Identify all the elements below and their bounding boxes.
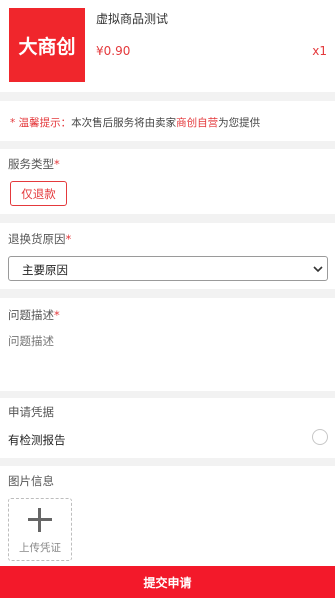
- required-mark: *: [54, 308, 60, 322]
- return-reason-label: 退换货原因*: [8, 231, 71, 247]
- notice-text-before: 本次售后服务将由卖家: [71, 117, 177, 129]
- chevron-down-icon: [313, 266, 323, 273]
- return-reason-section: 退换货原因* 主要原因: [0, 223, 335, 289]
- plus-icon: [28, 508, 52, 532]
- problem-description-section: 问题描述*: [0, 298, 335, 391]
- problem-description-label-text: 问题描述: [8, 308, 54, 322]
- upload-voucher-button[interactable]: 上传凭证: [8, 498, 72, 561]
- reason-select[interactable]: 主要原因: [8, 256, 328, 281]
- voucher-section: 申请凭据 有检测报告: [0, 398, 335, 458]
- service-type-section: 服务类型* 仅退款: [0, 149, 335, 214]
- service-type-label: 服务类型*: [8, 156, 60, 172]
- product-price: ¥0.90: [96, 44, 131, 58]
- submit-button[interactable]: 提交申请: [0, 566, 335, 598]
- notice-label: * 温馨提示：: [10, 117, 72, 129]
- required-mark: *: [54, 157, 60, 171]
- service-type-label-text: 服务类型: [8, 157, 54, 171]
- product-thumbnail[interactable]: 大商创: [9, 8, 85, 82]
- product-quantity: x1: [312, 44, 327, 58]
- inspection-report-label[interactable]: 有检测报告: [8, 432, 66, 448]
- problem-description-input[interactable]: [8, 334, 323, 348]
- notice-text-after: 为您提供: [218, 117, 261, 129]
- return-reason-label-text: 退换货原因: [8, 232, 66, 246]
- upload-voucher-label: 上传凭证: [19, 542, 61, 554]
- inspection-report-radio[interactable]: [312, 429, 328, 445]
- problem-description-label: 问题描述*: [8, 307, 60, 323]
- image-info-section: 图片信息 上传凭证: [0, 466, 335, 566]
- required-mark: *: [65, 232, 72, 246]
- refund-only-option[interactable]: 仅退款: [10, 181, 67, 206]
- service-notice: * 温馨提示：本次售后服务将由卖家商创自营为您提供: [0, 101, 335, 141]
- voucher-label: 申请凭据: [8, 405, 54, 419]
- image-info-label: 图片信息: [8, 474, 54, 488]
- product-thumbnail-logo: 大商创: [18, 35, 76, 58]
- reason-select-value: 主要原因: [22, 263, 68, 277]
- product-name[interactable]: 虚拟商品测试: [96, 10, 168, 27]
- notice-line: * 温馨提示：本次售后服务将由卖家商创自营为您提供: [10, 115, 260, 130]
- notice-seller: 商创自营: [176, 117, 219, 129]
- product-card: 大商创 虚拟商品测试 ¥0.90 x1: [0, 0, 335, 92]
